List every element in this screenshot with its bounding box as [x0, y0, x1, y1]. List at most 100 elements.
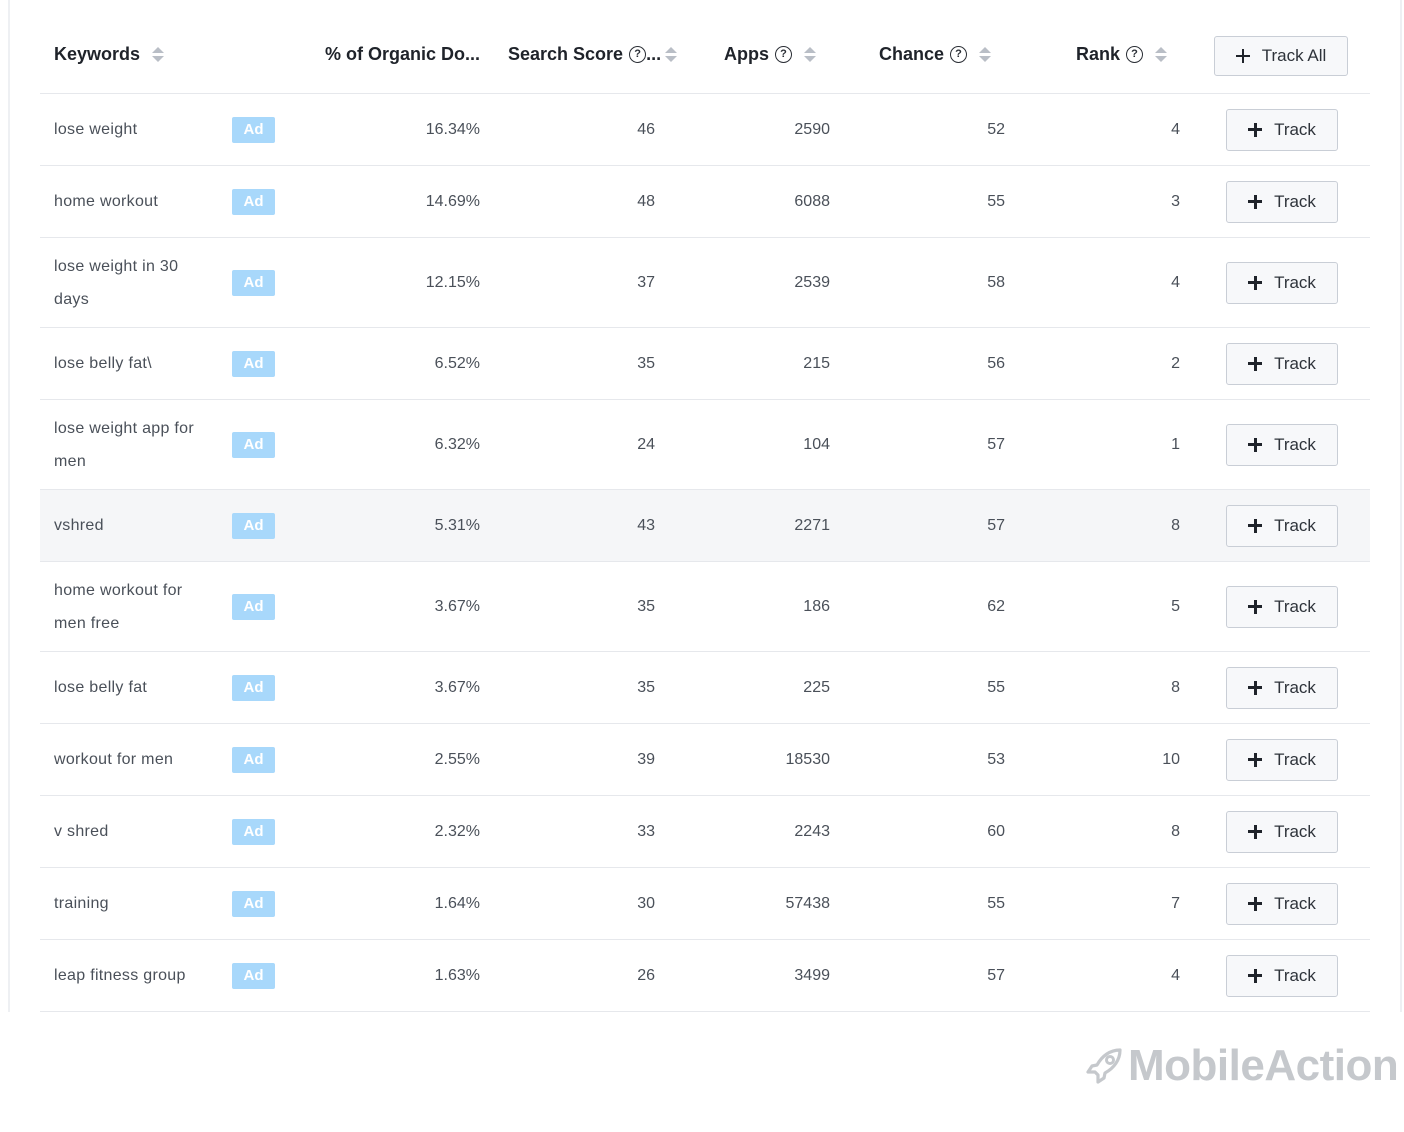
col-chance-header[interactable]: Chance ? [879, 14, 992, 94]
track-label: Track [1274, 821, 1316, 841]
table-row: lose weight Ad 16.34% 46 2590 52 4 Track [40, 94, 1370, 166]
ad-badge[interactable]: Ad [232, 188, 275, 215]
plus-icon [1248, 122, 1263, 137]
plus-icon [1248, 356, 1263, 371]
track-button[interactable]: Track [1226, 504, 1338, 547]
ad-badge[interactable]: Ad [232, 350, 275, 377]
organic-cell: 6.52% [434, 354, 480, 372]
col-search-score-header[interactable]: Search Score ? ... [508, 14, 678, 94]
organic-cell: 1.63% [434, 966, 480, 984]
table-row: lose weight in 30 days Ad 12.15% 37 2539 58 4 T… [40, 238, 1370, 328]
search-score-cell: 46 [637, 120, 655, 138]
sort-icon[interactable] [804, 46, 816, 62]
col-rank-header[interactable]: Rank ? [1076, 14, 1168, 94]
track-button[interactable]: Track [1226, 666, 1338, 709]
ad-badge[interactable]: Ad [232, 746, 275, 773]
track-button[interactable]: Track [1226, 810, 1338, 853]
plus-icon [1248, 194, 1263, 209]
ad-badge[interactable]: Ad [232, 593, 275, 620]
plus-icon [1248, 437, 1263, 452]
keyword-cell: v shred [54, 823, 109, 840]
ad-badge[interactable]: Ad [232, 962, 275, 989]
ad-badge[interactable]: Ad [232, 116, 275, 143]
ad-badge[interactable]: Ad [232, 512, 275, 539]
track-label: Track [1274, 749, 1316, 769]
col-organic-label: % of Organic Do... [324, 43, 480, 64]
keyword-cell: training [54, 895, 109, 912]
rank-cell: 4 [1171, 966, 1180, 984]
rank-cell: 5 [1171, 597, 1180, 615]
keyword-cell: leap fitness group [54, 967, 186, 984]
ad-badge[interactable]: Ad [232, 431, 275, 458]
col-keywords-header[interactable]: Keywords [54, 14, 165, 94]
chance-cell: 60 [987, 822, 1005, 840]
sort-icon[interactable] [665, 46, 678, 62]
keyword-cell: lose weight in 30 days [54, 257, 179, 308]
track-button[interactable]: Track [1226, 738, 1338, 781]
track-label: Track [1274, 353, 1316, 373]
rank-cell: 10 [1162, 750, 1180, 768]
chance-cell: 62 [987, 597, 1005, 615]
organic-cell: 2.32% [434, 822, 480, 840]
rank-cell: 7 [1171, 894, 1180, 912]
apps-cell: 2590 [794, 120, 830, 138]
search-score-cell: 35 [637, 354, 655, 372]
table-body: lose weight Ad 16.34% 46 2590 52 4 Track home wo… [40, 94, 1370, 1012]
apps-cell: 6088 [794, 192, 830, 210]
col-rank-label: Rank [1076, 43, 1121, 64]
plus-icon [1248, 752, 1263, 767]
apps-cell: 57438 [785, 894, 831, 912]
ad-badge[interactable]: Ad [232, 269, 275, 296]
col-apps-header[interactable]: Apps ? [724, 14, 816, 94]
ad-badge[interactable]: Ad [232, 674, 275, 701]
keyword-cell: home workout [54, 193, 159, 210]
track-label: Track [1274, 119, 1316, 139]
search-score-cell: 26 [637, 966, 655, 984]
organic-cell: 1.64% [434, 894, 480, 912]
track-button[interactable]: Track [1226, 261, 1338, 304]
table-row: vshred Ad 5.31% 43 2271 57 8 Track [40, 490, 1370, 562]
track-button[interactable]: Track [1226, 882, 1338, 925]
track-label: Track [1274, 515, 1316, 535]
apps-cell: 225 [803, 678, 830, 696]
track-button[interactable]: Track [1226, 342, 1338, 385]
chance-cell: 57 [987, 516, 1005, 534]
keyword-cell: vshred [54, 517, 104, 534]
chance-cell: 52 [987, 120, 1005, 138]
ad-badge[interactable]: Ad [232, 818, 275, 845]
organic-cell: 14.69% [425, 192, 480, 210]
keyword-cell: lose belly fat\ [54, 355, 152, 372]
plus-icon [1248, 680, 1263, 695]
chance-cell: 55 [987, 678, 1005, 696]
apps-cell: 2271 [794, 516, 830, 534]
chance-cell: 55 [987, 192, 1005, 210]
plus-icon [1248, 599, 1263, 614]
track-button[interactable]: Track [1226, 423, 1338, 466]
sort-icon[interactable] [1155, 46, 1168, 62]
col-organic-header[interactable]: % of Organic Do... [300, 14, 480, 94]
track-button[interactable]: Track [1226, 585, 1338, 628]
organic-cell: 5.31% [434, 516, 480, 534]
organic-cell: 12.15% [425, 273, 480, 291]
help-icon[interactable]: ? [950, 45, 968, 63]
search-score-cell: 48 [637, 192, 655, 210]
search-score-cell: 35 [637, 597, 655, 615]
chance-cell: 55 [987, 894, 1005, 912]
track-button[interactable]: Track [1226, 180, 1338, 223]
help-icon[interactable]: ? [629, 45, 647, 63]
sort-icon[interactable] [979, 46, 992, 62]
track-label: Track [1274, 893, 1316, 913]
track-button[interactable]: Track [1226, 108, 1338, 151]
ad-badge[interactable]: Ad [232, 890, 275, 917]
track-button[interactable]: Track [1226, 954, 1338, 997]
track-label: Track [1274, 677, 1316, 697]
help-icon[interactable]: ? [1126, 45, 1144, 63]
help-icon[interactable]: ? [775, 45, 792, 63]
track-label: Track [1274, 272, 1316, 292]
track-all-button[interactable]: Track All [1214, 36, 1348, 76]
apps-cell: 186 [803, 597, 830, 615]
plus-icon [1248, 896, 1263, 911]
sort-icon[interactable] [152, 46, 165, 62]
table-row: v shred Ad 2.32% 33 2243 60 8 Track [40, 796, 1370, 868]
table-row: workout for men Ad 2.55% 39 18530 53 10 Track [40, 724, 1370, 796]
